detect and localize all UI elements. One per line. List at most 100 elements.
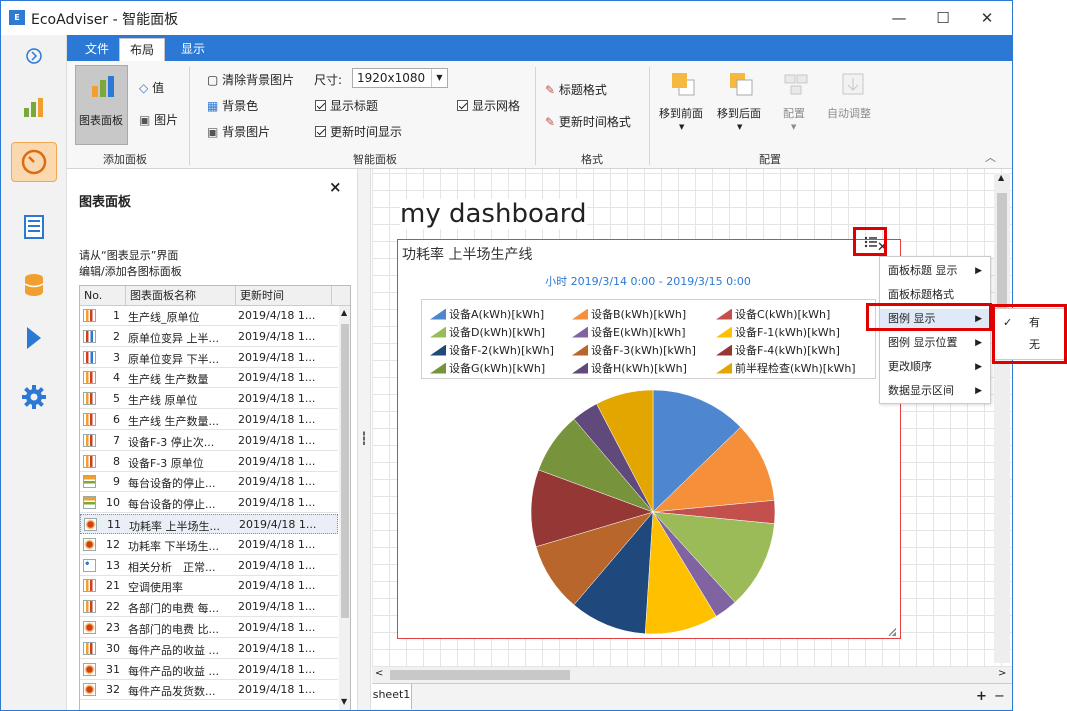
submenu-arrow-icon: ▶ — [975, 338, 982, 348]
menu-item[interactable]: 数据显示区间 ▶ — [880, 381, 990, 402]
table-row[interactable]: 1 生产线_原单位 2019/4/18 1... — [80, 306, 338, 326]
column-header-name[interactable]: 图表面板名称 — [126, 286, 236, 306]
legend-item: 设备B(kWh)[kWh] — [572, 306, 686, 322]
row-number: 4 — [113, 371, 120, 385]
row-name: 功耗率 下半场生... — [128, 539, 219, 553]
legend-item: 设备D(kWh)[kWh] — [430, 324, 545, 340]
nav-settings-button[interactable] — [11, 377, 57, 417]
legend-swatch — [716, 362, 732, 374]
panel-splitter[interactable] — [357, 169, 371, 710]
row-number: 5 — [113, 392, 120, 406]
scrollbar-thumb[interactable] — [390, 670, 570, 680]
row-number: 32 — [106, 683, 120, 697]
canvas-hscrollbar[interactable]: < > — [372, 667, 1012, 683]
move-back-button[interactable]: 移到后面 ▼ — [715, 67, 767, 147]
nav-report-button[interactable] — [11, 207, 57, 247]
table-scrollbar[interactable]: ▲ ▼ — [339, 306, 350, 710]
legend-item: 设备C(kWh)[kWh] — [716, 306, 830, 322]
maximize-button[interactable]: ☐ — [921, 5, 965, 31]
page-icon: ▢ — [207, 73, 219, 87]
bg-image-button[interactable]: ▣ 背景图片 — [207, 123, 270, 140]
table-row[interactable]: 31 每件产品的收益 ... 2019/4/18 1... — [80, 660, 338, 680]
row-number: 30 — [106, 641, 120, 655]
table-row[interactable]: 6 生产线 生产数量... 2019/4/18 1... — [80, 410, 338, 430]
canvas-vscrollbar[interactable]: ▲ — [994, 173, 1010, 663]
menu-item[interactable]: 面板标题 显示 ▶ — [880, 261, 990, 282]
title-format-button[interactable]: ✎ 标题格式 — [545, 81, 607, 98]
table-row[interactable]: 12 功耗率 下半场生... 2019/4/18 1... — [80, 535, 338, 555]
column-header-time[interactable]: 更新时间 — [236, 286, 332, 306]
nav-play-button[interactable] — [11, 318, 57, 358]
nav-database-button[interactable] — [11, 265, 57, 305]
show-title-label: 显示标题 — [330, 99, 379, 113]
table-row[interactable]: 13 相关分析 正常... 2019/4/18 1... — [80, 556, 338, 576]
sheet-tab[interactable]: sheet1 — [372, 684, 412, 709]
table-row[interactable]: 22 各部门的电费 每... 2019/4/18 1... — [80, 597, 338, 618]
show-title-checkbox[interactable]: 显示标题 — [315, 97, 378, 114]
add-sheet-button[interactable]: + — [976, 689, 987, 704]
value-button[interactable]: ◇ 值 — [139, 79, 164, 96]
auto-adjust-button[interactable]: 自动调整 — [825, 67, 881, 147]
dashboard-title[interactable]: my dashboard — [400, 199, 587, 229]
chart-panel[interactable]: 功耗率 上半场生产线 ✕ 小时 2019/3/14 0:00 - 2019/3/… — [397, 239, 901, 639]
bg-color-button[interactable]: ▦ 背景色 — [207, 97, 258, 114]
table-row[interactable]: 9 每台设备的停止... 2019/4/18 1... — [80, 472, 338, 493]
image-button[interactable]: ▣ 图片 — [139, 111, 178, 128]
ribbon-tabbar: 文件 布局 显示 — [67, 35, 1012, 61]
row-name: 每件产品的收益 ... — [128, 643, 219, 657]
row-name: 功耗率 上半场生... — [129, 520, 220, 533]
move-front-button[interactable]: 移到前面 ▼ — [657, 67, 709, 147]
nav-charts-button[interactable] — [11, 87, 57, 127]
table-row[interactable]: 8 设备F-3 原单位 2019/4/18 1... — [80, 452, 338, 472]
list-menu-icon[interactable] — [864, 236, 878, 248]
legend-label: 前半程检查(kWh)[kWh] — [735, 362, 856, 375]
size-select[interactable]: 1920x1080 ▼ — [352, 68, 448, 88]
show-grid-checkbox[interactable]: 显示网格 — [457, 97, 520, 114]
show-update-time-checkbox[interactable]: 更新时间显示 — [315, 123, 402, 140]
table-row[interactable]: 10 每台设备的停止... 2019/4/18 1... — [80, 493, 338, 514]
dashboard-canvas[interactable]: my dashboard 功耗率 上半场生产线 ✕ 小时 2019/3/14 0… — [372, 169, 1012, 667]
grip-icon — [363, 431, 365, 445]
box-chart-icon — [83, 329, 96, 343]
row-update-time: 2019/4/18 1... — [238, 683, 316, 697]
pie-chart — [530, 389, 776, 635]
row-number: 9 — [113, 475, 120, 489]
nav-expand-button[interactable] — [11, 41, 57, 71]
nav-dashboard-button[interactable] — [11, 142, 57, 182]
table-row[interactable]: 3 原单位变异 下半... 2019/4/18 1... — [80, 348, 338, 368]
minimize-button[interactable]: — — [877, 5, 921, 31]
table-row[interactable]: 2 原单位变异 上半... 2019/4/18 1... — [80, 327, 338, 347]
scrollbar-thumb[interactable] — [341, 324, 349, 618]
update-time-format-button[interactable]: ✎ 更新时间格式 — [545, 113, 631, 130]
table-row[interactable]: 21 空调使用率 2019/4/18 1... — [80, 576, 338, 597]
table-row[interactable]: 32 每件产品发货数... 2019/4/18 1... — [80, 680, 338, 701]
table-row[interactable]: 5 生产线 原单位 2019/4/18 1... — [80, 389, 338, 410]
tab-layout[interactable]: 布局 — [119, 38, 166, 61]
row-name: 空调使用率 — [128, 581, 183, 595]
table-row[interactable]: 7 设备F-3 停止次... 2019/4/18 1... — [80, 431, 338, 451]
table-row[interactable]: 11 功耗率 上半场生... 2019/4/18 1... — [80, 514, 338, 534]
chart-panel-button[interactable]: 图表面板 — [75, 65, 128, 145]
row-number: 7 — [113, 433, 120, 447]
arrange-button[interactable]: 配置 ▼ — [775, 67, 815, 147]
resize-grip-icon[interactable] — [886, 626, 896, 636]
close-button[interactable]: ✕ — [965, 5, 1009, 31]
tab-display[interactable]: 显示 — [171, 38, 215, 61]
collapse-ribbon-button[interactable]: ︿ — [985, 149, 996, 165]
table-row[interactable]: 30 每件产品的收益 ... 2019/4/18 1... — [80, 639, 338, 659]
chevron-down-icon: ▼ — [679, 123, 685, 131]
remove-sheet-button[interactable]: − — [994, 689, 1005, 704]
clear-bg-button[interactable]: ▢ 清除背景图片 — [207, 71, 294, 88]
table-row[interactable]: 4 生产线 生产数量 2019/4/18 1... — [80, 368, 338, 389]
table-row[interactable]: 23 各部门的电费 比... 2019/4/18 1... — [80, 618, 338, 638]
row-number: 6 — [113, 413, 120, 426]
menu-item[interactable]: 图例 显示位置 ▶ — [880, 333, 990, 354]
menu-item[interactable]: 更改顺序 ▶ — [880, 357, 990, 378]
chevron-right-icon: > — [998, 668, 1007, 679]
column-header-no[interactable]: No. — [80, 286, 126, 306]
auto-adjust-label: 自动调整 — [827, 107, 871, 120]
row-update-time: 2019/4/18 1... — [238, 309, 316, 322]
checkbox-checked-icon — [315, 100, 326, 111]
tab-file[interactable]: 文件 — [75, 38, 119, 61]
panel-close-button[interactable]: × — [329, 178, 342, 196]
